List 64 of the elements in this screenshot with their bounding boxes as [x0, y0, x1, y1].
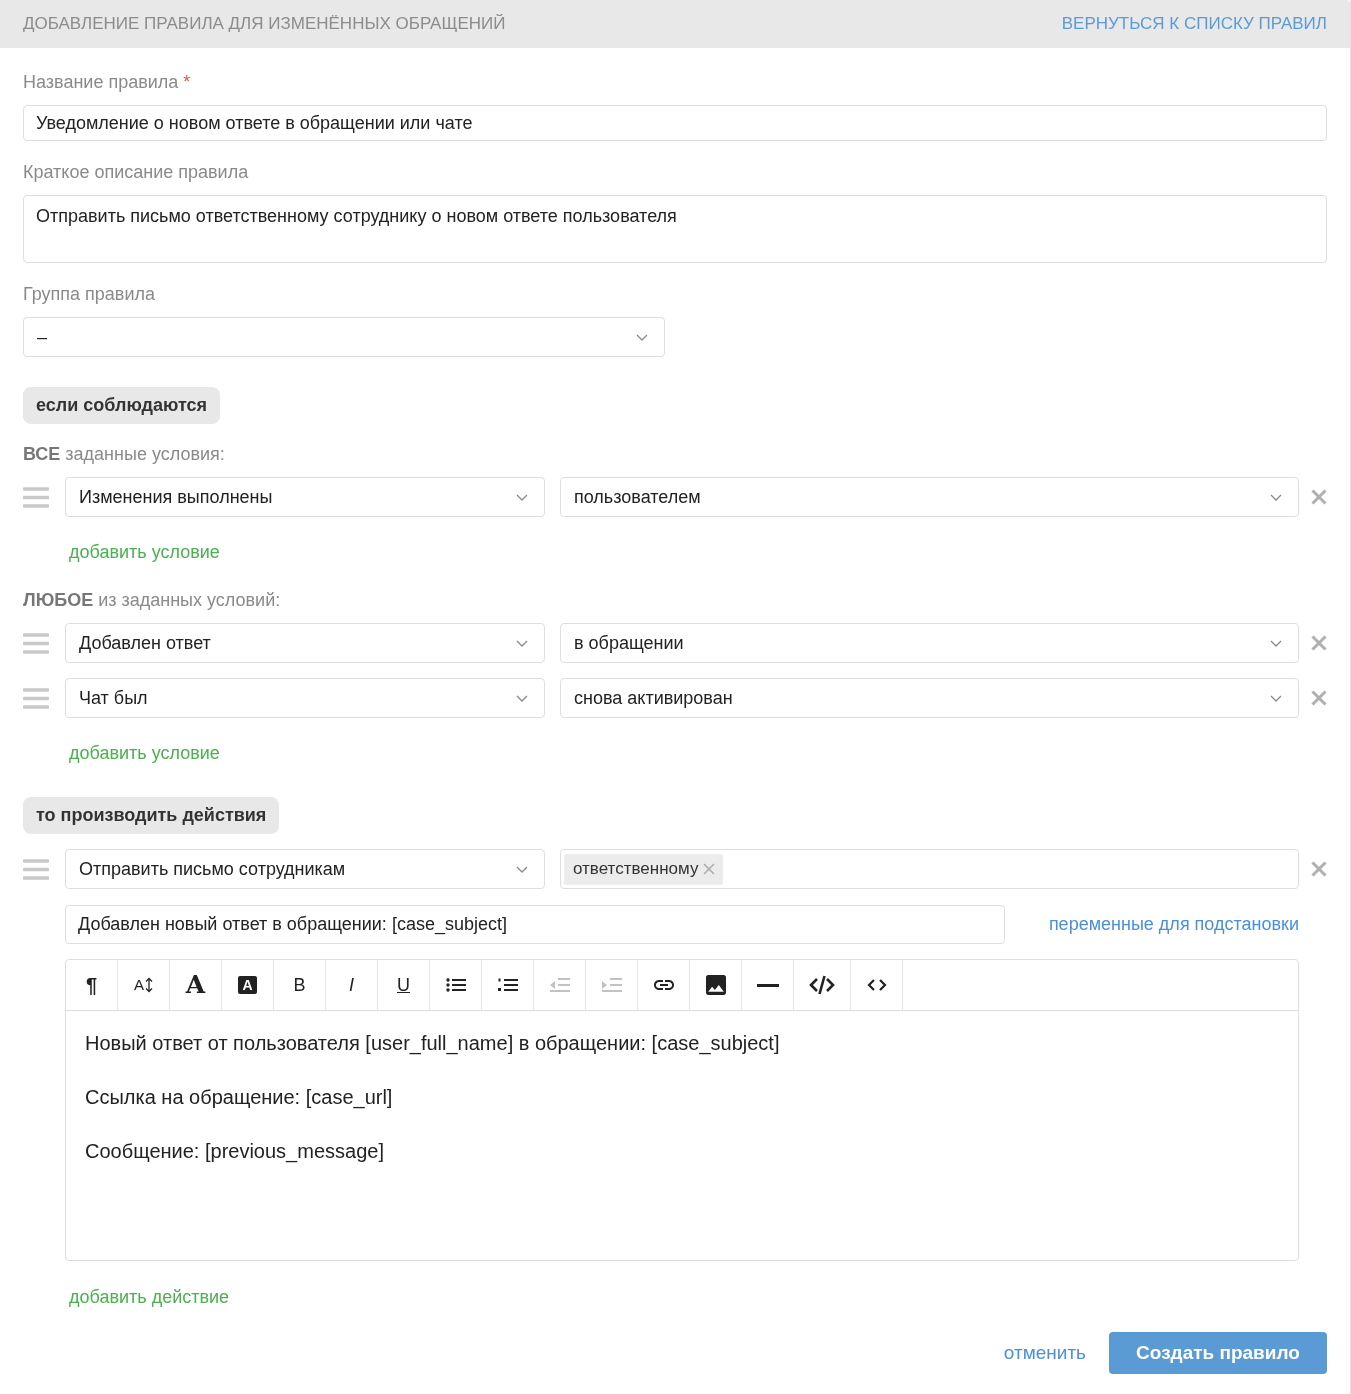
- required-mark: *: [183, 71, 191, 93]
- indent-icon: [601, 977, 622, 993]
- dropdown-select[interactable]: –: [23, 317, 665, 357]
- page-title: ДОБАВЛЕНИЕ ПРАВИЛА ДЛЯ ИЗМЕНЁННЫХ ОБРАЩЕНИЙ: [23, 13, 506, 36]
- chevron-down-icon: [516, 639, 528, 647]
- bold-button[interactable]: B: [274, 960, 326, 1010]
- drag-handle-icon[interactable]: [23, 632, 49, 654]
- font-button[interactable]: A: [170, 960, 222, 1010]
- chevron-down-icon: [516, 493, 528, 501]
- condition-value-select[interactable]: пользователем: [560, 477, 1299, 517]
- recipients-field[interactable]: ответственному: [560, 849, 1299, 889]
- close-icon: [1311, 861, 1327, 877]
- remove-condition-button[interactable]: [1311, 635, 1327, 651]
- numbered-list-icon: [497, 977, 518, 993]
- recipient-tag[interactable]: ответственному: [564, 853, 724, 885]
- editor-paragraph: Ссылка на обращение: [case_url]: [85, 1085, 393, 1111]
- paragraph-button[interactable]: ¶: [66, 960, 118, 1010]
- section-label: если соблюдаются: [23, 387, 220, 424]
- chevron-down-icon: [1270, 493, 1282, 501]
- chevron-down-icon: [1270, 639, 1282, 647]
- remove-condition-button[interactable]: [1311, 489, 1327, 505]
- close-icon: [1311, 690, 1327, 706]
- editor-body-field[interactable]: Новый ответ от пользователя [user_full_name] в обращении: [case_subject] Ссылка на обращение: [case_url] Сообщение: [previous_message]: [66, 1011, 1298, 1260]
- field-label: Название правила: [23, 71, 179, 93]
- section-label: то производить действия: [23, 797, 280, 834]
- link-icon: [653, 980, 674, 990]
- condition-value-select[interactable]: в обращении: [560, 623, 1299, 663]
- chevron-down-icon: [636, 333, 648, 341]
- close-icon: [1311, 635, 1327, 651]
- editor-paragraph: Сообщение: [previous_message]: [85, 1139, 384, 1165]
- field-label: Группа правила: [23, 283, 155, 305]
- subject-input-field[interactable]: Добавлен новый ответ в обращении: [case_subject]: [65, 905, 1005, 944]
- textarea-field[interactable]: Отправить письмо ответственному сотруднику о новом ответе пользователя: [23, 195, 1327, 263]
- outdent-icon: [549, 977, 570, 993]
- close-icon[interactable]: [703, 863, 716, 875]
- underline-button[interactable]: U: [378, 960, 430, 1010]
- condition-field-select[interactable]: Чат был: [65, 678, 545, 718]
- chevron-down-icon: [1270, 694, 1282, 702]
- condition-value-select[interactable]: снова активирован: [560, 678, 1299, 718]
- field-label: Краткое описание правила: [23, 161, 249, 183]
- angle-brackets-icon: [866, 978, 887, 992]
- chevron-down-icon: [516, 865, 528, 873]
- highlight-button[interactable]: A: [222, 960, 274, 1010]
- close-icon: [1311, 489, 1327, 505]
- remove-action-button[interactable]: [1311, 861, 1327, 877]
- horizontal-line-icon: [756, 983, 779, 987]
- conditions-heading: ЛЮБОЕ из заданных условий:: [23, 589, 282, 611]
- font-size-button[interactable]: A: [118, 960, 170, 1010]
- condition-field-select[interactable]: Изменения выполнены: [65, 477, 545, 517]
- editor-paragraph: Новый ответ от пользователя [user_full_name] в обращении: [case_subject]: [85, 1031, 780, 1057]
- image-icon: [705, 975, 726, 995]
- italic-button[interactable]: I: [326, 960, 378, 1010]
- conditions-heading: ВСЕ заданные условия:: [23, 443, 226, 465]
- vertical-arrows-icon: [145, 977, 153, 993]
- chevron-down-icon: [516, 694, 528, 702]
- condition-field-select[interactable]: Добавлен ответ: [65, 623, 545, 663]
- bulleted-list-icon: [445, 977, 466, 993]
- drag-handle-icon[interactable]: [23, 858, 49, 880]
- text-input-field[interactable]: Уведомление о новом ответе в обращении или чате: [23, 105, 1327, 141]
- drag-handle-icon[interactable]: [23, 687, 49, 709]
- drag-handle-icon[interactable]: [23, 486, 49, 508]
- code-icon: [809, 975, 835, 995]
- remove-condition-button[interactable]: [1311, 690, 1327, 706]
- action-select[interactable]: Отправить письмо сотрудникам: [65, 849, 545, 889]
